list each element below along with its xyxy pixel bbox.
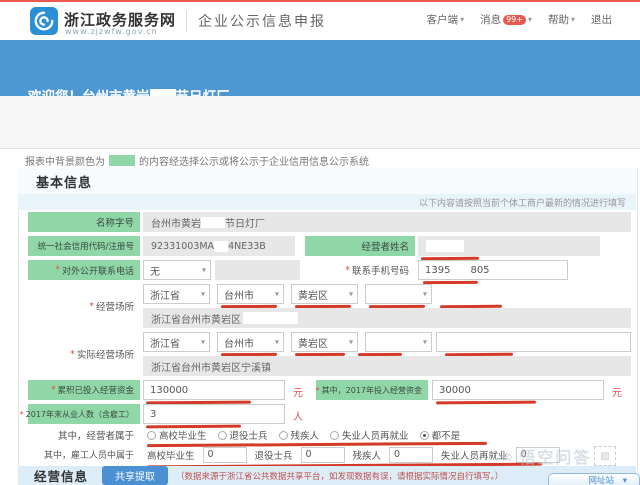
label-actual-place: *实际经营场所 (28, 332, 140, 376)
place-district-select[interactable]: 黄岩区▾ (291, 284, 358, 304)
business-info-bar: 经营信息 共享提取 （数据来源于浙江省公共数据共享平台，如发现数据有误，请根据实… (18, 466, 636, 485)
radio-none[interactable]: 都不是 (420, 428, 461, 442)
green-legend-swatch (109, 155, 135, 166)
hired-college-input[interactable] (203, 447, 247, 463)
label-employees: *2017年末从业人数（含雇工） (28, 404, 140, 424)
chevron-down-icon: ▾ (275, 290, 279, 299)
site-url: www.zjzwfw.gov.cn (65, 27, 158, 36)
redaction-box (426, 240, 464, 252)
actual-town-select[interactable]: ▾ (365, 332, 432, 352)
redaction-box (243, 312, 298, 324)
legend-note: 报表中背景颜色为的内容经选择公示或将公示于企业信用信息公示系统 (25, 153, 369, 168)
section-header: 基本信息 (18, 168, 636, 194)
nav-messages[interactable]: 消息99+▾ (480, 12, 532, 27)
nav-client[interactable]: 客户端▾ (427, 12, 465, 27)
radio-checked-icon (420, 431, 429, 440)
label-operator-name: 经营者姓名 (305, 236, 415, 256)
message-count-badge: 99+ (503, 15, 526, 25)
public-phone-select[interactable]: 无▾ (143, 260, 211, 280)
radio-reemployed[interactable]: 失业人员再就业 (330, 428, 409, 442)
site-nav-popup[interactable]: 网址站 ▾ (548, 473, 640, 485)
redaction-box (214, 241, 228, 252)
radio-icon (218, 431, 227, 440)
funds-2017-input[interactable] (432, 380, 604, 400)
radio-veteran[interactable]: 退役士兵 (218, 428, 268, 442)
business-data-note: （数据来源于浙江省公共数据共享平台，如发现数据有误，请根据实际情况自行填写。） (176, 470, 503, 482)
chevron-down-icon: ▾ (528, 15, 532, 24)
unit-ren: 人 (293, 408, 303, 423)
total-funds-input[interactable] (143, 380, 285, 400)
nav-logout[interactable]: 退出 (591, 12, 612, 27)
chevron-down-icon: ▾ (423, 338, 427, 347)
section-title: 基本信息 (36, 172, 92, 191)
site-logo-icon (30, 7, 58, 35)
chevron-down-icon: ▾ (275, 338, 279, 347)
radio-icon (330, 431, 339, 440)
actual-city-select[interactable]: 台州市▾ (217, 332, 284, 352)
chevron-down-icon: ▾ (202, 266, 206, 275)
fill-note: 以下内容请按照当前个体工商户最新的情况进行填写 (419, 196, 626, 209)
label-total-funds: *累积已投入经营资金 (28, 380, 140, 400)
unit-yuan: 元 (293, 384, 303, 399)
actual-district-select[interactable]: 黄岩区▾ (291, 332, 358, 352)
chevron-down-icon: ▾ (571, 15, 575, 24)
place-province-select[interactable]: 浙江省▾ (143, 284, 210, 304)
share-extract-button[interactable]: 共享提取 (102, 466, 168, 485)
label-operator-belong: 其中，经营者属于 (28, 428, 140, 442)
nav-help[interactable]: 帮助▾ (548, 12, 575, 27)
radio-college-grad[interactable]: 高校毕业生 (147, 428, 207, 442)
chevron-down-icon: ▾ (201, 338, 205, 347)
label-credit-code: 统一社会信用代码/注册号 (28, 236, 140, 256)
chevron-down-icon: ▾ (349, 290, 353, 299)
radio-icon (279, 431, 288, 440)
hired-veteran-input[interactable] (301, 447, 345, 463)
label-funds-2017: *其中，2017年投入经营资金 (316, 380, 428, 400)
field-credit-code: 92331003MA4NE33B (143, 236, 295, 256)
radio-disabled[interactable]: 残疾人 (279, 428, 320, 442)
welcome-banner: 欢迎您！台州市黄岩节日灯厂 登记机关：台州市黄岩区市场监督管理局 法定代表人/负… (0, 40, 640, 96)
hired-label: 失业人员再就业 (441, 448, 508, 462)
operator-belong-radios: 高校毕业生 退役士兵 残疾人 失业人员再就业 都不是 (147, 428, 460, 442)
field-public-phone (215, 260, 300, 280)
watermark: ∞悟空问答 (500, 444, 591, 468)
chevron-down-icon: ▾ (423, 290, 427, 299)
business-section-title: 经营信息 (34, 466, 88, 485)
chevron-down-icon: ▾ (201, 290, 205, 299)
fill-note-strip: 以下内容请按照当前个体工商户最新的情况进行填写 (18, 194, 636, 210)
label-hired-belong: 其中，雇工人员中属于 (28, 446, 140, 463)
header-divider (186, 10, 187, 32)
field-operator-name (418, 236, 600, 256)
actual-province-select[interactable]: 浙江省▾ (143, 332, 210, 352)
hired-label: 残疾人 (353, 448, 382, 462)
page: 浙江政务服务网 www.zjzwfw.gov.cn 企业公示信息申报 客户端▾ … (0, 0, 640, 485)
place-town-select[interactable]: ▾ (365, 284, 432, 304)
radio-icon (147, 431, 156, 440)
label-mobile: *联系手机号码 (305, 260, 415, 280)
employees-input[interactable] (143, 404, 285, 424)
chevron-down-icon: ▾ (460, 15, 464, 24)
status-bar: 年报年度：2017年度 年度报告状态：未年报 公示状态：未公示 首次提交： 最近… (0, 96, 640, 149)
header-bar: 浙江政务服务网 www.zjzwfw.gov.cn 企业公示信息申报 客户端▾ … (0, 2, 640, 40)
field-place-full: 浙江省台州市黄岩区 (143, 308, 631, 328)
unit-yuan: 元 (612, 384, 622, 399)
field-actual-place-full: 浙江省台州市黄岩区宁溪镇 (143, 356, 631, 376)
redaction-box (201, 217, 225, 228)
place-city-select[interactable]: 台州市▾ (217, 284, 284, 304)
top-nav: 客户端▾ 消息99+▾ 帮助▾ 退出 (427, 12, 612, 27)
hired-label: 高校毕业生 (147, 448, 195, 462)
app-title: 企业公示信息申报 (198, 11, 326, 31)
hired-disabled-input[interactable] (389, 447, 433, 463)
screenshot-icon: ▨ (594, 446, 616, 466)
chevron-down-icon: ▾ (349, 338, 353, 347)
hired-counts-row: 高校毕业生 退役士兵 残疾人 失业人员再就业 (147, 446, 560, 463)
label-name: 名称字号 (28, 212, 140, 232)
watermark-glasses-icon: ∞ (500, 447, 515, 466)
actual-place-input[interactable] (436, 332, 631, 352)
field-name: 台州市黄岩节日灯厂 (143, 212, 631, 232)
label-public-phone: *对外公开联系电话 (28, 260, 140, 280)
mobile-input[interactable]: 1395805 (418, 260, 568, 280)
hired-label: 退役士兵 (255, 448, 293, 462)
label-business-place: *经营场所 (28, 284, 140, 328)
chevron-down-icon: ▾ (623, 476, 627, 485)
